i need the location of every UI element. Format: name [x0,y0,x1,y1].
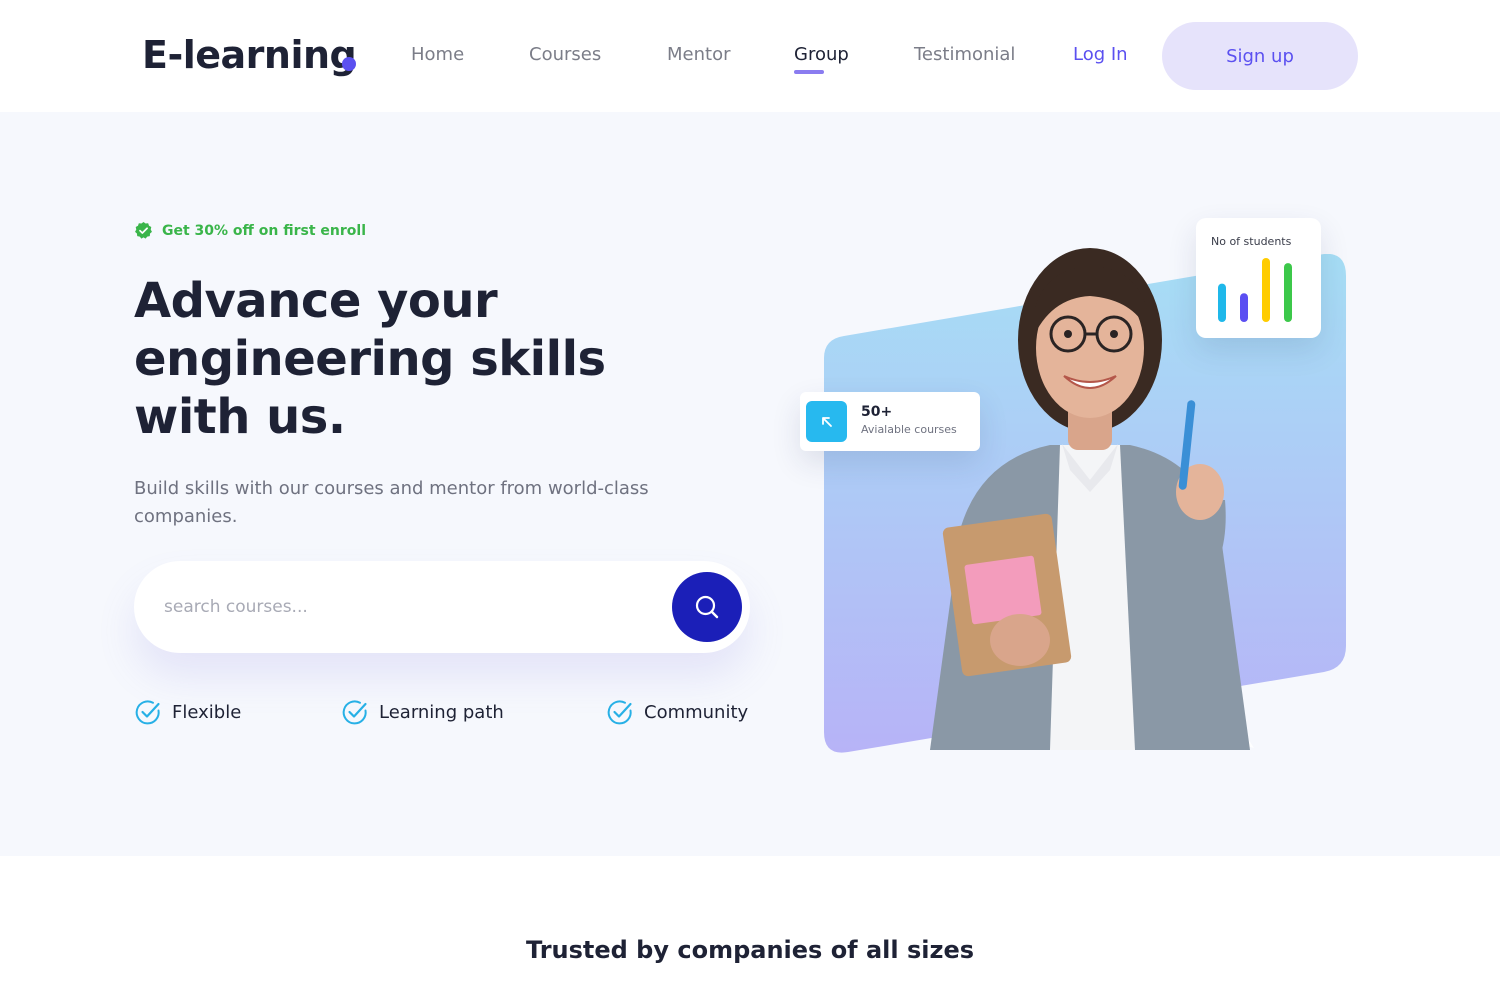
feature-label: Community [644,701,749,723]
available-courses-card: 50+ Avialable courses [800,392,980,451]
nav-home[interactable]: Home [411,44,464,65]
check-circle-icon [342,700,367,725]
students-bar [1240,293,1248,322]
signup-button[interactable]: Sign up [1162,22,1358,90]
nav-testimonial[interactable]: Testimonial [914,44,1015,65]
login-link[interactable]: Log In [1073,44,1128,65]
brand-logo[interactable]: E-learning [142,33,357,77]
logo-dot-icon [342,57,356,71]
nav-mentor[interactable]: Mentor [667,44,730,65]
search-icon [695,595,719,619]
check-badge-icon [135,221,152,239]
students-bar [1218,283,1226,322]
site-header: E-learning Home Courses Mentor Group Tes… [0,0,1500,112]
feature-label: Flexible [172,701,242,723]
feature-learning-path: Learning path [341,698,504,726]
feature-flexible: Flexible [134,698,241,726]
courses-label: Avialable courses [861,423,957,436]
nav-courses[interactable]: Courses [529,44,601,65]
students-title: No of students [1211,235,1292,248]
students-bar [1262,258,1270,322]
check-circle-icon [607,700,632,725]
feature-community: Community [606,698,748,726]
check-circle-icon [135,700,160,725]
hero-section: Get 30% off on first enroll Advance your… [0,112,1500,856]
students-stats-card: No of students [1196,218,1321,338]
nav-active-indicator [794,70,824,74]
trusted-heading: Trusted by companies of all sizes [525,936,975,964]
search-bar [134,561,750,653]
hero-subtext: Build skills with our courses and mentor… [134,478,649,527]
promo-text: Get 30% off on first enroll [162,222,366,239]
students-bar-chart [1218,258,1292,322]
nav-group[interactable]: Group [794,44,849,65]
courses-count: 50+ [861,404,893,420]
hero-headline: Advance your engineering skills with us. [134,273,606,445]
search-input[interactable] [164,587,644,627]
arrow-up-left-icon [806,401,847,442]
promo-badge: Get 30% off on first enroll [134,221,366,240]
students-bar [1284,263,1292,322]
feature-label: Learning path [379,701,504,723]
search-button[interactable] [672,572,742,642]
